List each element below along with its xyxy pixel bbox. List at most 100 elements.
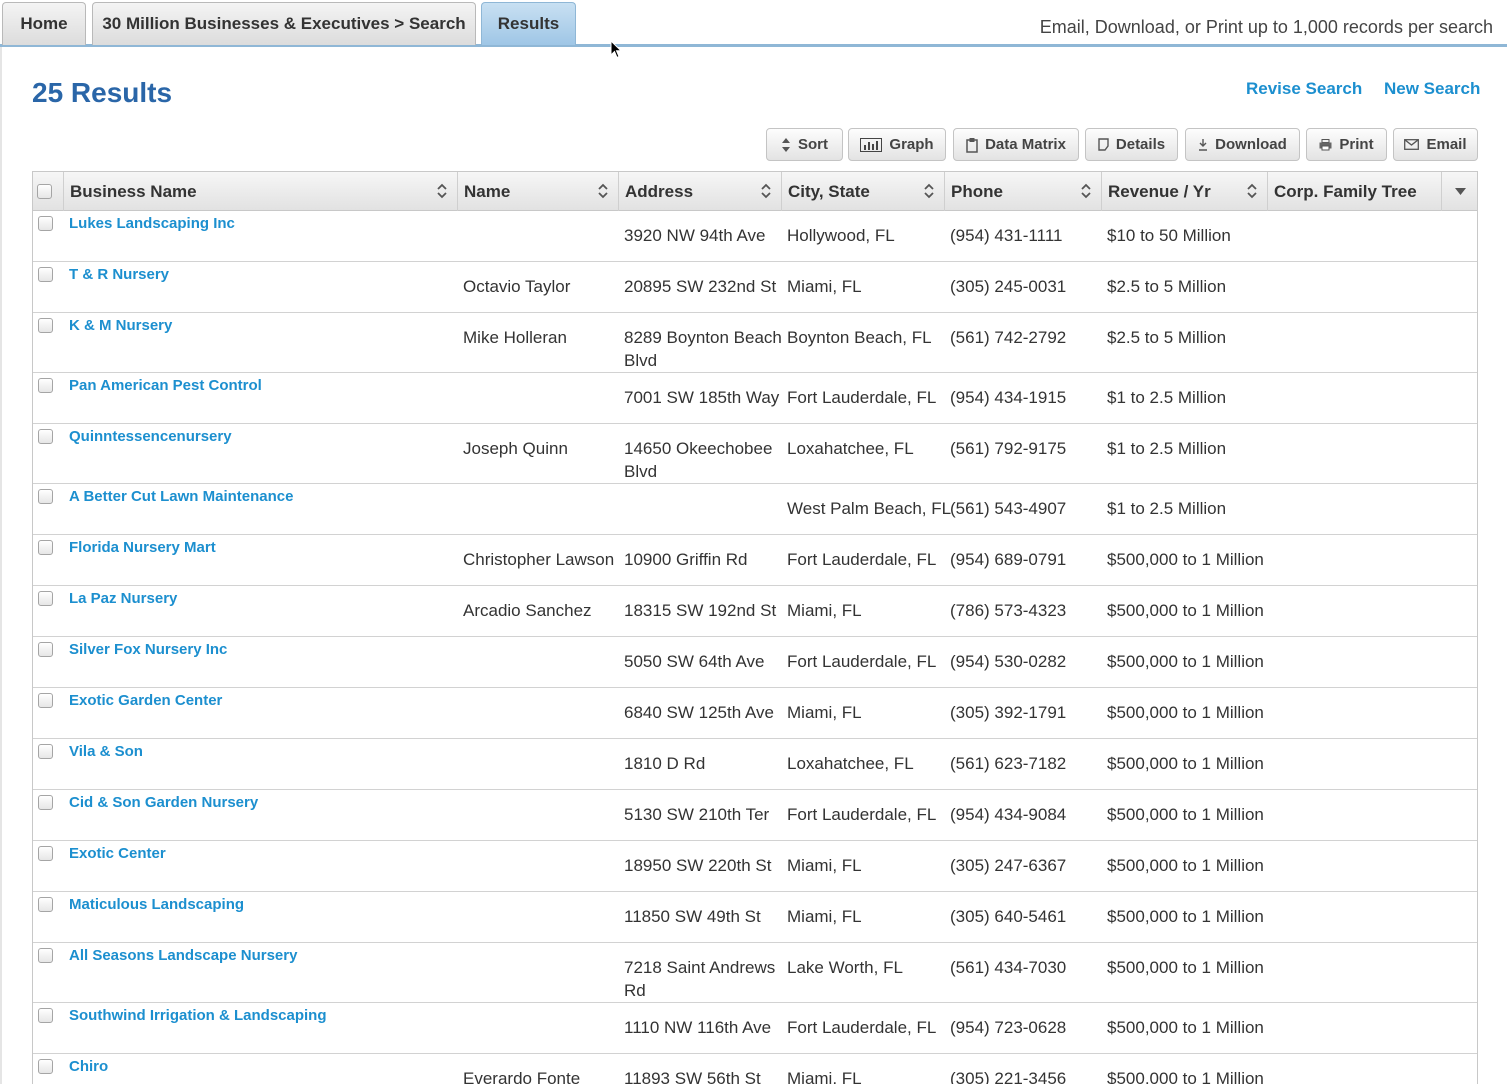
- row-checkbox[interactable]: [38, 1059, 53, 1074]
- cell-phone: (954) 434-9084: [950, 805, 1067, 824]
- row-checkbox[interactable]: [38, 318, 53, 333]
- cell-phone: (561) 434-7030: [950, 958, 1067, 977]
- business-name-link[interactable]: La Paz Nursery: [69, 589, 177, 609]
- cell-revenue: $500,000 to 1 Million: [1107, 652, 1264, 671]
- table-row: Vila & Son 1810 D Rd Loxahatchee, FL (561) …: [33, 739, 1477, 790]
- cell-phone: (305) 640-5461: [950, 907, 1067, 926]
- sort-button[interactable]: Sort: [766, 128, 843, 161]
- data-matrix-button[interactable]: Data Matrix: [953, 128, 1079, 161]
- row-checkbox[interactable]: [38, 846, 53, 861]
- row-checkbox[interactable]: [38, 489, 53, 504]
- row-checkbox[interactable]: [38, 795, 53, 810]
- row-checkbox[interactable]: [38, 378, 53, 393]
- cell-address: 8289 Boynton Beach Blvd: [624, 328, 782, 370]
- column-header-phone[interactable]: Phone: [945, 172, 1102, 211]
- table-row: Chiro Everardo Fonte 11893 SW 56th St Miami…: [33, 1054, 1477, 1084]
- revise-search-link[interactable]: Revise Search: [1246, 79, 1362, 99]
- cell-revenue: $500,000 to 1 Million: [1107, 1069, 1264, 1084]
- select-all-cell: [33, 172, 64, 211]
- table-row: Exotic Garden Center 6840 SW 125th Ave Mia…: [33, 688, 1477, 739]
- business-name-link[interactable]: Pan American Pest Control: [69, 376, 262, 396]
- cell-city: Fort Lauderdale, FL: [787, 550, 937, 569]
- row-checkbox[interactable]: [38, 591, 53, 606]
- row-checkbox[interactable]: [38, 267, 53, 282]
- business-name-link[interactable]: Exotic Garden Center: [69, 691, 222, 711]
- business-name-link[interactable]: Cid & Son Garden Nursery: [69, 793, 258, 813]
- table-row: Exotic Center 18950 SW 220th St Miami, FL (…: [33, 841, 1477, 892]
- column-header-corp-family-tree[interactable]: Corp. Family Tree: [1268, 172, 1442, 211]
- column-label: Corp. Family Tree: [1274, 181, 1417, 201]
- cell-address: 1810 D Rd: [624, 754, 706, 773]
- business-name-link[interactable]: Chiro: [69, 1057, 108, 1077]
- sort-icon: [782, 137, 790, 152]
- cell-revenue: $1 to 2.5 Million: [1107, 499, 1227, 518]
- cell-address: 20895 SW 232nd St: [624, 277, 777, 296]
- cell-address: 6840 SW 125th Ave: [624, 703, 774, 722]
- row-checkbox[interactable]: [38, 897, 53, 912]
- tab-search[interactable]: 30 Million Businesses & Executives > Sea…: [92, 2, 476, 45]
- cell-city: Lake Worth, FL: [787, 958, 903, 977]
- business-name-link[interactable]: Quinntessencenursery: [69, 427, 232, 447]
- row-checkbox[interactable]: [38, 540, 53, 555]
- table-row: Florida Nursery Mart Christopher Lawson 10…: [33, 535, 1477, 586]
- tab-results[interactable]: Results: [481, 2, 576, 45]
- details-button[interactable]: Details: [1085, 128, 1178, 161]
- business-name-link[interactable]: Southwind Irrigation & Landscaping: [69, 1006, 327, 1026]
- select-all-checkbox[interactable]: [37, 184, 52, 199]
- row-checkbox[interactable]: [38, 693, 53, 708]
- download-button[interactable]: Download: [1185, 128, 1300, 161]
- business-name-link[interactable]: Silver Fox Nursery Inc: [69, 640, 227, 660]
- cell-revenue: $2.5 to 5 Million: [1107, 277, 1227, 296]
- cell-address: 5130 SW 210th Ter: [624, 805, 770, 824]
- business-name-link[interactable]: Florida Nursery Mart: [69, 538, 216, 558]
- column-header-name[interactable]: Name: [458, 172, 619, 211]
- graph-button[interactable]: Graph: [848, 128, 946, 161]
- cell-revenue: $2.5 to 5 Million: [1107, 328, 1227, 347]
- table-header: Business Name Name Address City, State P…: [33, 172, 1477, 211]
- cell-phone: (786) 573-4323: [950, 601, 1067, 620]
- column-header-business-name[interactable]: Business Name: [64, 172, 458, 211]
- row-checkbox[interactable]: [38, 948, 53, 963]
- table-row: All Seasons Landscape Nursery 7218 Saint …: [33, 943, 1477, 1003]
- cell-revenue: $500,000 to 1 Million: [1107, 754, 1264, 773]
- cell-phone: (561) 742-2792: [950, 328, 1067, 347]
- column-header-address[interactable]: Address: [619, 172, 782, 211]
- business-name-link[interactable]: Lukes Landscaping Inc: [69, 214, 235, 234]
- row-checkbox[interactable]: [38, 216, 53, 231]
- results-table: Business Name Name Address City, State P…: [32, 171, 1478, 1084]
- row-checkbox[interactable]: [38, 429, 53, 444]
- business-name-link[interactable]: T & R Nursery: [69, 265, 169, 285]
- row-checkbox[interactable]: [38, 744, 53, 759]
- column-label: Name: [464, 181, 511, 201]
- row-checkbox[interactable]: [38, 642, 53, 657]
- cell-address: 18315 SW 192nd St: [624, 601, 777, 620]
- column-header-city-state[interactable]: City, State: [782, 172, 945, 211]
- business-name-link[interactable]: A Better Cut Lawn Maintenance: [69, 487, 293, 507]
- row-checkbox[interactable]: [38, 1008, 53, 1023]
- business-name-link[interactable]: Vila & Son: [69, 742, 143, 762]
- business-name-link[interactable]: Exotic Center: [69, 844, 166, 864]
- new-search-link[interactable]: New Search: [1384, 79, 1480, 99]
- cell-phone: (954) 689-0791: [950, 550, 1067, 569]
- column-header-revenue[interactable]: Revenue / Yr: [1102, 172, 1268, 211]
- cell-revenue: $500,000 to 1 Million: [1107, 550, 1264, 569]
- cell-city: Miami, FL: [787, 907, 862, 926]
- cell-address: 18950 SW 220th St: [624, 856, 772, 875]
- bar-chart-icon: [860, 137, 883, 152]
- printer-icon: [1319, 138, 1332, 150]
- business-name-link[interactable]: Maticulous Landscaping: [69, 895, 244, 915]
- print-button[interactable]: Print: [1306, 128, 1387, 161]
- column-options-dropdown[interactable]: [1442, 172, 1477, 211]
- sort-arrows-icon: [924, 183, 934, 199]
- email-button[interactable]: Email: [1393, 128, 1478, 161]
- cell-city: Boynton Beach, FL: [787, 328, 932, 347]
- clipboard-icon: [966, 137, 978, 153]
- cell-address: 11850 SW 49th St: [624, 907, 761, 926]
- business-name-link[interactable]: All Seasons Landscape Nursery: [69, 946, 297, 966]
- cell-address: 14650 Okeechobee Blvd: [624, 439, 773, 481]
- tab-home[interactable]: Home: [2, 2, 86, 45]
- business-name-link[interactable]: K & M Nursery: [69, 316, 172, 336]
- sort-arrows-icon: [1081, 183, 1091, 199]
- column-label: Revenue / Yr: [1108, 181, 1211, 201]
- cell-phone: (561) 623-7182: [950, 754, 1067, 773]
